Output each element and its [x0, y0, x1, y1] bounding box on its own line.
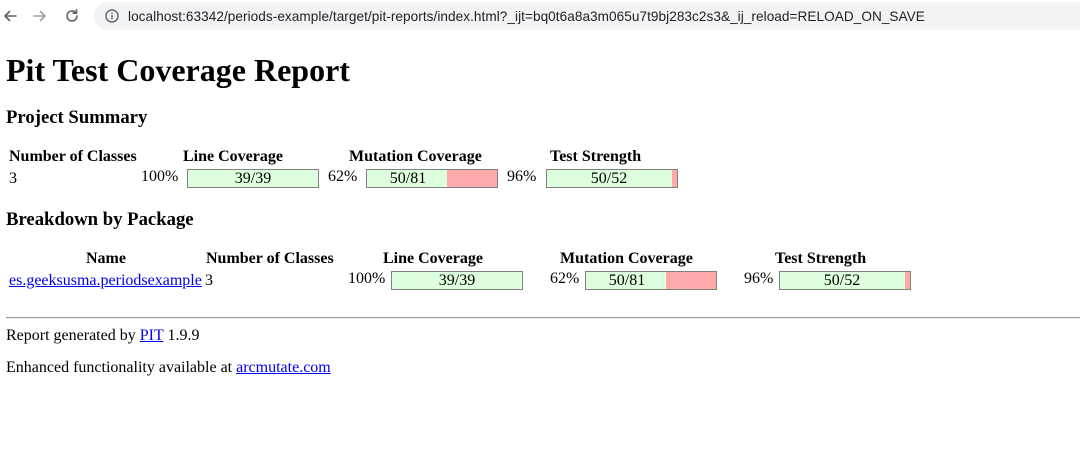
package-link[interactable]: es.geeksusma.periodsexample [9, 272, 202, 290]
summary-mutation-bar: 50/81 [366, 169, 498, 188]
page-title: Pit Test Coverage Report [6, 52, 350, 88]
breakdown-line-bar-text: 39/39 [438, 272, 476, 289]
report-generated-line: Report generated by PIT 1.9.9 [6, 327, 199, 345]
breakdown-line-percent: 100% [348, 270, 386, 287]
breakdown-header-mutation: Mutation Coverage [560, 250, 693, 267]
reload-icon [66, 9, 78, 22]
breakdown-heading: Breakdown by Package [6, 209, 194, 230]
summary-mutation-bar-text: 50/81 [389, 170, 427, 187]
breakdown-header-classes: Number of Classes [206, 250, 334, 267]
breakdown-mutation-bar: 50/81 [585, 271, 717, 290]
arrow-right-icon [33, 10, 46, 22]
breakdown-mutation-percent: 62% [550, 270, 580, 287]
breakdown-strength-bar: 50/52 [779, 271, 911, 290]
generated-prefix: Report generated by [6, 327, 136, 344]
summary-classes-value: 3 [9, 170, 17, 187]
arrow-left-icon [4, 10, 17, 22]
summary-header-classes: Number of Classes [9, 148, 137, 165]
arcmutate-link[interactable]: arcmutate.com [236, 359, 331, 376]
summary-line-bar-text: 39/39 [234, 170, 272, 187]
breakdown-strength-percent: 96% [744, 270, 774, 287]
project-summary-heading: Project Summary [6, 107, 148, 128]
summary-header-line: Line Coverage [183, 148, 283, 165]
enhanced-functionality-line: Enhanced functionality available at arcm… [6, 359, 331, 377]
summary-line-bar: 39/39 [187, 169, 319, 188]
site-info-icon[interactable] [105, 9, 119, 23]
breakdown-strength-bar-text: 50/52 [823, 272, 861, 289]
enhanced-prefix: Enhanced functionality available at [6, 359, 233, 376]
summary-header-mutation: Mutation Coverage [349, 148, 482, 165]
back-button[interactable] [0, 6, 20, 26]
breakdown-line-bar: 39/39 [391, 271, 523, 290]
breakdown-header-strength: Test Strength [775, 250, 867, 267]
summary-mutation-percent: 62% [328, 168, 358, 185]
summary-strength-bar-text: 50/52 [590, 170, 628, 187]
reload-button[interactable] [62, 6, 82, 26]
breakdown-header-line: Line Coverage [383, 250, 483, 267]
address-bar[interactable]: localhost:63342/periods-example/target/p… [94, 2, 1080, 30]
footer-divider [6, 317, 1080, 319]
summary-header-strength: Test Strength [550, 148, 642, 165]
summary-strength-bar: 50/52 [546, 169, 678, 188]
browser-toolbar: localhost:63342/periods-example/target/p… [0, 0, 1080, 32]
forward-button[interactable] [30, 6, 50, 26]
summary-strength-percent: 96% [507, 168, 537, 185]
url-text[interactable]: localhost:63342/periods-example/target/p… [128, 9, 925, 24]
pit-link[interactable]: PIT [140, 327, 164, 344]
summary-line-percent: 100% [141, 168, 179, 185]
pit-version: 1.9.9 [167, 327, 200, 344]
breakdown-classes-value: 3 [205, 272, 213, 289]
breakdown-header-name: Name [86, 250, 126, 267]
breakdown-mutation-bar-text: 50/81 [608, 272, 646, 289]
